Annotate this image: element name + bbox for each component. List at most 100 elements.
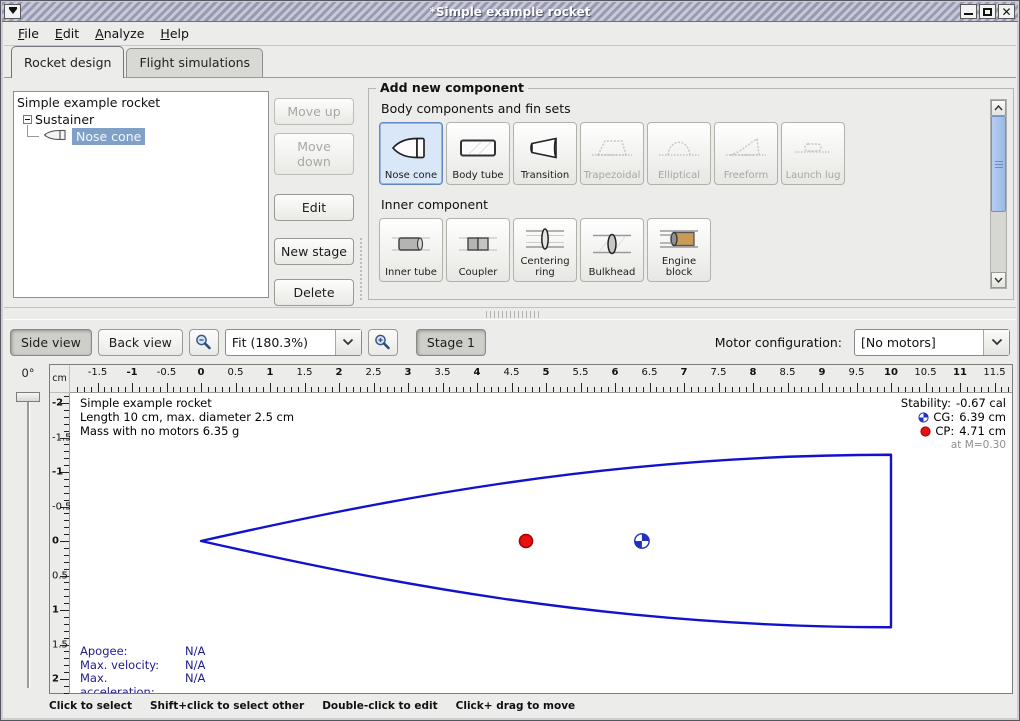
- move-up-button[interactable]: Move up: [274, 98, 354, 125]
- maximize-icon[interactable]: [979, 4, 996, 19]
- ruler-label: 2.5: [365, 367, 382, 378]
- ruler-tick: [64, 582, 69, 584]
- ruler-tick: [946, 387, 948, 392]
- coupler-button[interactable]: Coupler: [446, 218, 510, 282]
- component-label: Trapezoidal: [583, 169, 641, 181]
- flight-info-row: Apogee: N/A: [80, 644, 206, 658]
- launch-lug-button: Launch lug: [781, 122, 845, 185]
- tree-actions: Move up Move down Edit New stage Delete: [274, 98, 354, 306]
- ruler-tick: [863, 387, 865, 392]
- menu-analyze[interactable]: Analyze: [87, 23, 152, 44]
- engine-block-button[interactable]: Engine block: [647, 218, 711, 282]
- ruler-tick: [980, 387, 982, 392]
- tab-flight-simulations[interactable]: Flight simulations: [126, 48, 264, 77]
- ruler-tick: [780, 387, 782, 392]
- ruler-tick: [194, 387, 196, 392]
- minimize-icon[interactable]: [960, 4, 977, 19]
- status-hint: Click to select: [49, 700, 132, 712]
- tree-stage[interactable]: Sustainer: [17, 111, 268, 128]
- tree-nose-cone[interactable]: Nose cone: [17, 125, 268, 145]
- ruler-tick: [207, 387, 209, 392]
- ruler-tick: [325, 387, 327, 392]
- ruler-label: 0.5: [52, 570, 68, 581]
- ruler-tick: [897, 387, 899, 392]
- ruler-tick: [808, 387, 810, 392]
- ruler-tick: [732, 387, 734, 392]
- delete-button[interactable]: Delete: [274, 279, 354, 306]
- menu-help[interactable]: Help: [152, 23, 197, 44]
- window-menu-icon[interactable]: [4, 4, 21, 19]
- ruler-label: -1: [52, 466, 64, 478]
- ruler-tick: [939, 387, 941, 392]
- ruler-label: 1.5: [52, 639, 68, 650]
- ruler-tick: [64, 478, 69, 480]
- rocket-figure[interactable]: [70, 393, 1012, 693]
- back-view-button[interactable]: Back view: [97, 328, 183, 356]
- component-label: Transition: [520, 169, 570, 181]
- menu-edit[interactable]: Edit: [47, 23, 87, 44]
- elliptical-button: Elliptical: [647, 122, 711, 185]
- ruler-tick: [64, 685, 69, 687]
- close-icon[interactable]: ✕: [998, 4, 1015, 19]
- move-down-button[interactable]: Move down: [274, 133, 354, 175]
- zoom-in-button[interactable]: [367, 328, 398, 356]
- ruler-tick: [104, 387, 106, 392]
- ruler-tick: [256, 387, 258, 392]
- edit-button[interactable]: Edit: [274, 194, 354, 221]
- engine-block-icon: [658, 221, 700, 257]
- inner-tube-button[interactable]: Inner tube: [379, 218, 443, 282]
- body-tube-button[interactable]: Body tube: [446, 122, 510, 185]
- section-label: Inner component: [381, 197, 489, 212]
- centering-ring-button[interactable]: Centering ring: [513, 218, 577, 282]
- ruler-tick: [201, 383, 202, 392]
- component-tree[interactable]: Simple example rocket Sustainer Nose con…: [13, 91, 269, 298]
- ruler-tick: [587, 387, 589, 392]
- vertical-splitter[interactable]: [360, 238, 362, 300]
- horizontal-splitter[interactable]: [4, 307, 1016, 319]
- ruler-tick: [739, 387, 741, 392]
- tree-collapse-icon[interactable]: [23, 115, 32, 124]
- titlebar: *Simple example rocket ✕: [2, 2, 1018, 22]
- ruler-tick: [891, 383, 892, 392]
- ruler-tick: [421, 387, 423, 392]
- nose-cone-button[interactable]: Nose cone: [379, 122, 443, 185]
- new-stage-button[interactable]: New stage: [274, 238, 354, 265]
- stage-1-toggle[interactable]: Stage 1: [415, 328, 486, 356]
- cg-marker[interactable]: [634, 533, 650, 549]
- tree-root[interactable]: Simple example rocket: [17, 94, 268, 111]
- ruler-tick: [497, 387, 499, 392]
- zoom-select[interactable]: Fit (180.3%): [224, 328, 362, 356]
- component-scrollbar[interactable]: [990, 99, 1007, 289]
- ruler-tick: [352, 387, 354, 392]
- side-view-button[interactable]: Side view: [10, 328, 92, 356]
- tab-rocket-design[interactable]: Rocket design: [11, 46, 125, 78]
- scroll-down-icon[interactable]: [991, 272, 1006, 288]
- cg-icon: [918, 411, 929, 423]
- component-label: Elliptical: [657, 169, 701, 181]
- ruler-tick: [228, 387, 230, 392]
- ruler-tick: [842, 387, 844, 392]
- motor-configuration-select[interactable]: [No motors]: [854, 328, 1010, 356]
- rocket-canvas[interactable]: cm -1.5 -1 -0.5 0 0.5 1 1.5 2 2.5 3 3.5 4 4.5 5 5.5 6 6.…: [49, 364, 1013, 694]
- rocket-drawing-area[interactable]: Simple example rocket Length 10 cm, max.…: [70, 393, 1012, 693]
- ruler-tick: [884, 387, 886, 392]
- app-window: *Simple example rocket ✕ File Edit Analyze…: [0, 0, 1020, 721]
- scrollbar-track[interactable]: [991, 212, 1006, 272]
- bulkhead-button[interactable]: Bulkhead: [580, 218, 644, 282]
- ruler-tick: [759, 387, 761, 392]
- transition-button[interactable]: Transition: [513, 122, 577, 185]
- cp-marker[interactable]: [518, 533, 534, 549]
- rotation-slider-track[interactable]: [27, 396, 30, 688]
- zoom-out-button[interactable]: [188, 328, 219, 356]
- scroll-up-icon[interactable]: [991, 100, 1006, 116]
- splitter-handle-icon[interactable]: [486, 311, 540, 318]
- ruler-tick: [64, 451, 69, 453]
- scrollbar-thumb[interactable]: [991, 116, 1006, 212]
- ruler-tick: [987, 387, 989, 392]
- chevron-down-icon[interactable]: [983, 329, 1009, 355]
- rocket-outline[interactable]: [199, 453, 893, 629]
- chevron-down-icon[interactable]: [334, 329, 361, 355]
- component-label: Coupler: [458, 266, 498, 278]
- rotation-slider-thumb[interactable]: [16, 392, 40, 402]
- menu-file[interactable]: File: [10, 23, 47, 44]
